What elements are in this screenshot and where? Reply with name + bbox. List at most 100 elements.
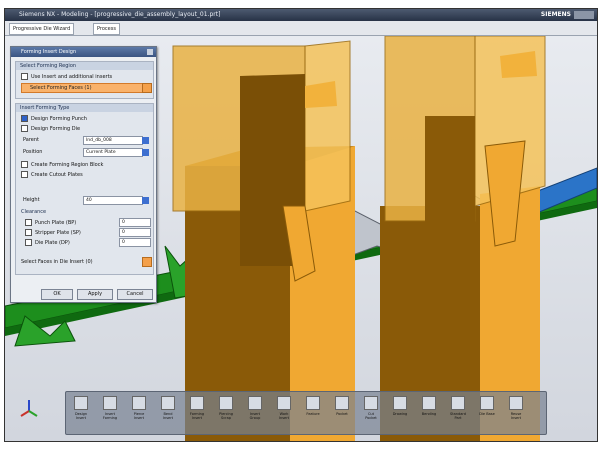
close-icon[interactable] [147,49,153,55]
design-forming-punch-option[interactable]: Design Forming Punch [21,115,87,122]
dock-item[interactable]: Work Insert [275,396,293,420]
select-faces-die-insert[interactable]: Select Faces in Die Insert (0) [21,259,93,265]
dock-item[interactable]: Pierce Insert [130,396,148,420]
nx-application-window: Siemens NX - Modeling - [progressive_die… [4,8,598,442]
dialog-title: Forming Insert Design [21,49,77,55]
clearance-value[interactable]: 0 [119,228,151,237]
checkbox[interactable] [25,229,32,236]
ok-button[interactable]: OK [41,289,73,300]
dock-item[interactable]: Insert Forming [101,396,119,420]
select-faces-icon[interactable] [142,83,152,93]
tool-icon [190,396,204,410]
dock-item[interactable]: Forming Insert [188,396,206,420]
tool-icon [74,396,88,410]
radio[interactable] [21,115,28,122]
tool-icon [306,396,320,410]
dock-item[interactable]: Reuse Insert [507,396,525,420]
clearance-item[interactable]: Die Plate (DP) [25,239,70,246]
select-forming-faces[interactable]: Select Forming Faces (1) [21,83,149,93]
window-control-buttons[interactable] [574,11,594,19]
group-header[interactable]: Insert Forming Type [16,104,153,112]
group-header[interactable]: Select Forming Region [16,62,153,70]
dock-item-label: Pocket [336,412,348,416]
height-label: Height [23,197,40,203]
dock-item[interactable]: Pocket [333,396,351,416]
clearance-label: Stripper Plate (SP) [35,230,81,236]
dock-item-label: Die Base [479,412,495,416]
clearance-item[interactable]: Stripper Plate (SP) [25,229,81,236]
height-input[interactable]: 40 [83,196,143,205]
right-upper-cavity [425,116,475,236]
checkbox[interactable] [25,219,32,226]
dock-item-label: Bending [421,412,437,416]
position-select[interactable]: Current Plate [83,148,143,157]
tool-icon [219,396,233,410]
dock-item[interactable]: Bend Insert [159,396,177,420]
cancel-button[interactable]: Cancel [117,289,153,300]
option-label: Design Forming Die [31,126,81,132]
apply-button[interactable]: Apply [77,289,113,300]
clearance-label: Die Plate (DP) [35,240,70,246]
clearance-value[interactable]: 0 [119,218,151,227]
dock-item[interactable]: Insert Group [246,396,264,420]
tool-icon [248,396,262,410]
dock-item-label: Drawing [392,412,408,416]
tool-icon [364,396,378,410]
create-cutout-plates-checkbox[interactable]: Create Cutout Plates [21,171,83,178]
view-triad-icon[interactable] [19,397,39,419]
tool-icon [451,396,465,410]
dialog-title-bar: Forming Insert Design [11,47,156,57]
checkbox[interactable] [21,161,28,168]
tool-icon [335,396,349,410]
use-insert-checkbox-row[interactable]: Use Insert and additional inserts [21,73,112,80]
dock-item[interactable]: Die Base [478,396,496,416]
dock-item[interactable]: Standard Part [449,396,467,420]
dock-item-label: Standard Part [450,412,466,420]
chevron-down-icon[interactable] [142,137,149,144]
tab-process[interactable]: Process [93,23,120,35]
toolstrip: Progressive Die Wizard Process [5,21,597,36]
checkbox[interactable] [25,239,32,246]
tool-icon [422,396,436,410]
parent-select[interactable]: lnd_db_008 [83,136,143,145]
dock-item-label: Forming Insert [189,412,205,420]
forming-insert-dialog: Forming Insert Design Select Forming Reg… [10,46,157,303]
checkbox[interactable] [21,73,28,80]
dock-item-label: Pierce Insert [133,412,145,420]
tab-progressive-die[interactable]: Progressive Die Wizard [9,23,75,35]
dock-item[interactable]: Feature [304,396,322,416]
dock-item-label: Work Insert [278,412,290,420]
tool-icon [393,396,407,410]
chevron-down-icon[interactable] [142,197,149,204]
design-forming-die-option[interactable]: Design Forming Die [21,125,80,132]
radio[interactable] [21,125,28,132]
dock-item[interactable]: Drawing [391,396,409,416]
clearance-item[interactable]: Punch Plate (BP) [25,219,76,226]
position-label: Position [23,149,43,155]
brand-logo: SIEMENS [540,11,571,18]
parent-label: Parent [23,137,40,143]
dock-item-label: Feature [306,412,320,416]
dock-item[interactable]: Bending [420,396,438,416]
tool-icon [277,396,291,410]
dock-item-label: Insert Forming [102,412,118,420]
tool-icon [161,396,175,410]
checkbox-label: Use Insert and additional inserts [31,74,113,80]
dock-item[interactable]: Cut Pocket [362,396,380,420]
clearance-header[interactable]: Clearance [21,209,46,215]
clearance-value[interactable]: 0 [119,238,151,247]
dock-item-label: Design Insert [74,412,88,420]
tool-icon [480,396,494,410]
left-upper-block-side [304,40,351,212]
checkbox[interactable] [21,171,28,178]
tool-icon [509,396,523,410]
dock-item-label: Insert Group [249,412,261,420]
tool-icon [132,396,146,410]
window-title: Siemens NX - Modeling - [progressive_die… [19,11,221,18]
dock-item[interactable]: Piercing Scrap [217,396,235,420]
dock-item[interactable]: Design Insert [72,396,90,420]
title-bar: Siemens NX - Modeling - [progressive_die… [5,9,597,21]
create-region-block-checkbox[interactable]: Create Forming Region Block [21,161,103,168]
select-faces-icon[interactable] [142,257,152,267]
chevron-down-icon[interactable] [142,149,149,156]
